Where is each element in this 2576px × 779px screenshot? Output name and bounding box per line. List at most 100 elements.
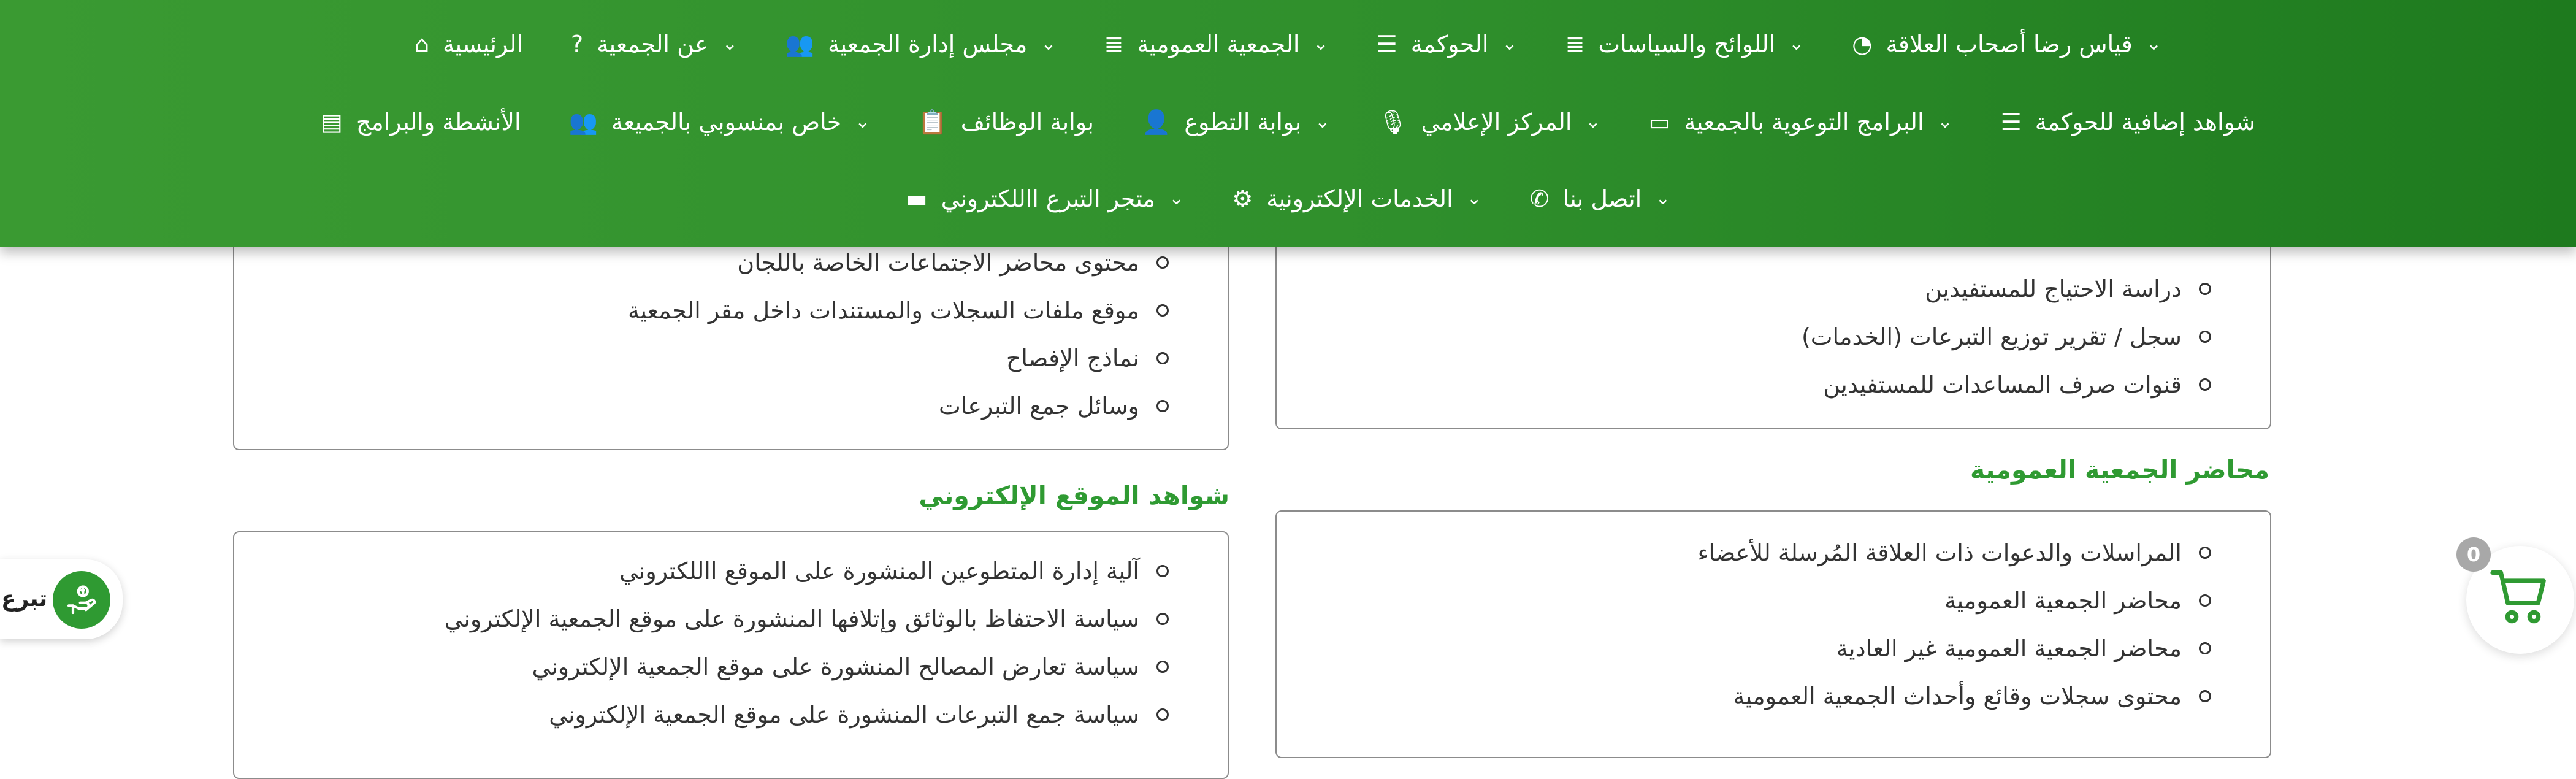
nav-item-row3-1[interactable]: ⚙ الخدمات الإلكترونية ⌄ [1232,185,1482,212]
chevron-down-icon[interactable]: ⌄ [1655,190,1670,208]
list-item-text[interactable]: سياسة جمع التبرعات المنشورة على موقع الج… [549,701,1139,728]
list-item[interactable]: سياسة تعارض المصالح المنشورة على موقع ال… [445,643,1169,691]
list-item-text[interactable]: سياسة الاحتفاظ بالوثائق وإتلافها المنشور… [445,605,1139,632]
panel-website-evidence: آلية إدارة المتطوعين المنشورة على الموقع… [233,531,1229,779]
list-item[interactable]: محتوى سجلات وقائع وأحداث الجمعية العمومي… [1697,672,2211,720]
chevron-down-icon[interactable]: ⌄ [2146,35,2161,53]
nav-item-row3-0[interactable]: ▬ متجر التبرع االلكتروني ⌄ [906,185,1185,212]
chevron-down-icon[interactable]: ⌄ [1041,35,1056,53]
credit-card-icon: ▬ [905,185,928,212]
list-item[interactable]: محاضر الجمعية العمومية [1697,577,2211,624]
list-item-text[interactable]: محاضر الجمعية العمومية [1944,587,2182,614]
chevron-down-icon[interactable]: ⌄ [1502,35,1517,53]
nav-item-label: الخدمات الإلكترونية [1266,185,1453,212]
cart-icon[interactable] [2487,564,2553,631]
list-item[interactable]: المراسلات والدعوات ذات العلاقة المُرسلة … [1697,529,2211,577]
list-item-text[interactable]: قنوات صرف المساعدات للمستفيدين [1823,371,2182,398]
chevron-down-icon[interactable]: ⌄ [1467,190,1482,208]
bullet-icon [2199,642,2211,654]
cart-count-badge: 0 [2456,537,2491,572]
chevron-down-icon[interactable]: ⌄ [1938,113,1953,131]
list-item[interactable]: قنوات صرف المساعدات للمستفيدين [1802,361,2211,409]
chevron-down-icon[interactable]: ⌄ [855,113,870,131]
main-navigation: ⌂ الرئيسية ? عن الجمعية ⌄ 👥 مجلس إدارة الجمعية… [0,0,2576,247]
list-item[interactable]: سجل / تقرير توزيع التبرعات (الخدمات) [1802,313,2211,361]
nav-row-2: ▤ الأنشطة والبرامج 👥 خاص بمنسوبي بالجميعة ⌄ 📋… [0,95,2576,149]
list-item-text[interactable]: وسائل جمع التبرعات [939,393,1139,420]
list-item-text[interactable]: المراسلات والدعوات ذات العلاقة المُرسلة … [1697,539,2182,566]
list-item[interactable]: نماذج الإفصاح [628,334,1169,382]
list-item-text[interactable]: آلية إدارة المتطوعين المنشورة على الموقع… [619,558,1139,585]
nav-row-1: ⌂ الرئيسية ? عن الجمعية ⌄ 👥 مجلس إدارة الجمعية… [0,17,2576,71]
nav-item-row2-5[interactable]: ▭ البرامج التوعوية بالجمعية ⌄ [1649,109,1953,136]
align-icon: ☰ [2000,109,2022,136]
chevron-down-icon[interactable]: ⌄ [1315,113,1330,131]
list-item-text[interactable]: محتوى سجلات وقائع وأحداث الجمعية العمومي… [1733,683,2182,710]
list-icon: ≣ [1104,31,1124,58]
phone-icon: ✆ [1529,185,1550,212]
chevron-down-icon[interactable]: ⌄ [1585,113,1600,131]
nav-item-row2-1[interactable]: 👥 خاص بمنسوبي بالجميعة ⌄ [569,109,871,136]
list-item-text[interactable]: نماذج الإفصاح [1006,345,1139,372]
list-item[interactable]: دراسة الاحتياج للمستفيدين [1802,265,2211,313]
list-item[interactable]: سياسة الاحتفاظ بالوثائق وإتلافها المنشور… [445,595,1169,643]
nav-item-label: الرئيسية [443,31,524,58]
list-item[interactable]: موقع ملفات السجلات والمستندات داخل مقر ا… [628,286,1169,334]
bullet-icon [2199,594,2211,607]
bullet-icon [2199,690,2211,702]
pie-chart-icon: ◔ [1852,31,1873,58]
nav-item-label: قياس رضا أصحاب العلاقة [1886,31,2133,58]
nav-item-label: متجر التبرع االلكتروني [941,185,1156,212]
bullet-icon [1156,565,1169,577]
user-icon: 👤 [1142,109,1171,136]
bullet-icon [1156,400,1169,412]
users-icon: 👥 [785,31,815,58]
nav-item-row1-5[interactable]: ≣ اللوائح والسياسات ⌄ [1565,31,1805,58]
list-item-text[interactable]: محتوى محاضر الاجتماعات الخاصة باللجان [737,249,1139,276]
list-item-text[interactable]: سياسة تعارض المصالح المنشورة على موقع ال… [532,653,1139,680]
users-icon: 👥 [568,109,598,136]
server-icon: ▤ [320,109,343,136]
list-icon: ≣ [1565,31,1585,58]
list-item-text[interactable]: محاضر الجمعية العمومية غير العادية [1836,635,2182,662]
clipboard-icon: 📋 [918,109,947,136]
general-assembly-minutes-list: المراسلات والدعوات ذات العلاقة المُرسلة … [1697,529,2211,720]
donate-hand-icon[interactable] [53,571,110,629]
video-icon: ▭ [1648,109,1671,136]
nav-item-row1-1[interactable]: ? عن الجمعية ⌄ [571,31,738,58]
donate-floating-button[interactable]: تبرع [0,559,123,639]
nav-item-row2-0[interactable]: ▤ الأنشطة والبرامج [321,109,521,136]
gears-icon: ⚙ [1232,185,1253,212]
nav-item-row1-4[interactable]: ☰ الحوكمة ⌄ [1377,31,1518,58]
list-item-text[interactable]: موقع ملفات السجلات والمستندات داخل مقر ا… [628,297,1139,324]
website-evidence-list: آلية إدارة المتطوعين المنشورة على الموقع… [445,547,1169,739]
nav-item-label: اللوائح والسياسات [1598,31,1776,58]
nav-item-row1-2[interactable]: 👥 مجلس إدارة الجمعية ⌄ [785,31,1057,58]
list-item[interactable]: محاضر الجمعية العمومية غير العادية [1697,624,2211,672]
bullet-icon [1156,256,1169,269]
nav-item-row2-2[interactable]: 📋 بوابة الوظائف [918,109,1094,136]
list-item-text[interactable]: دراسة الاحتياج للمستفيدين [1925,275,2182,302]
list-item[interactable]: آلية إدارة المتطوعين المنشورة على الموقع… [445,547,1169,595]
nav-item-row2-6[interactable]: ☰ شواهد إضافية للحوكمة [2001,109,2255,136]
nav-item-row2-4[interactable]: 🎙 المركز الإعلامي ⌄ [1378,109,1600,136]
bullet-icon [2199,547,2211,559]
nav-item-label: بوابة التطوع [1184,109,1302,136]
nav-item-row1-6[interactable]: ◔ قياس رضا أصحاب العلاقة ⌄ [1852,31,2161,58]
chevron-down-icon[interactable]: ⌄ [1789,35,1804,53]
list-item-text[interactable]: سجل / تقرير توزيع التبرعات (الخدمات) [1802,323,2182,350]
list-item[interactable]: سياسة جمع التبرعات المنشورة على موقع الج… [445,691,1169,739]
chevron-down-icon[interactable]: ⌄ [1169,190,1184,208]
list-item[interactable]: وسائل جمع التبرعات [628,382,1169,430]
nav-item-row3-2[interactable]: ✆ اتصل بنا ⌄ [1530,185,1671,212]
chevron-down-icon[interactable]: ⌄ [1313,35,1328,53]
chevron-down-icon[interactable]: ⌄ [722,35,738,53]
menu-icon: ☰ [1376,31,1397,58]
nav-item-label: المركز الإعلامي [1421,109,1572,136]
nav-item-row1-3[interactable]: ≣ الجمعية العمومية ⌄ [1104,31,1328,58]
nav-item-row1-0[interactable]: ⌂ الرئيسية [415,31,523,58]
nav-item-label: الحوكمة [1410,31,1489,58]
nav-item-row2-3[interactable]: 👤 بوابة التطوع ⌄ [1142,109,1330,136]
section-title-general-assembly-minutes: محاضر الجمعية العمومية [1970,455,2269,485]
donate-label[interactable]: تبرع [1,586,47,612]
